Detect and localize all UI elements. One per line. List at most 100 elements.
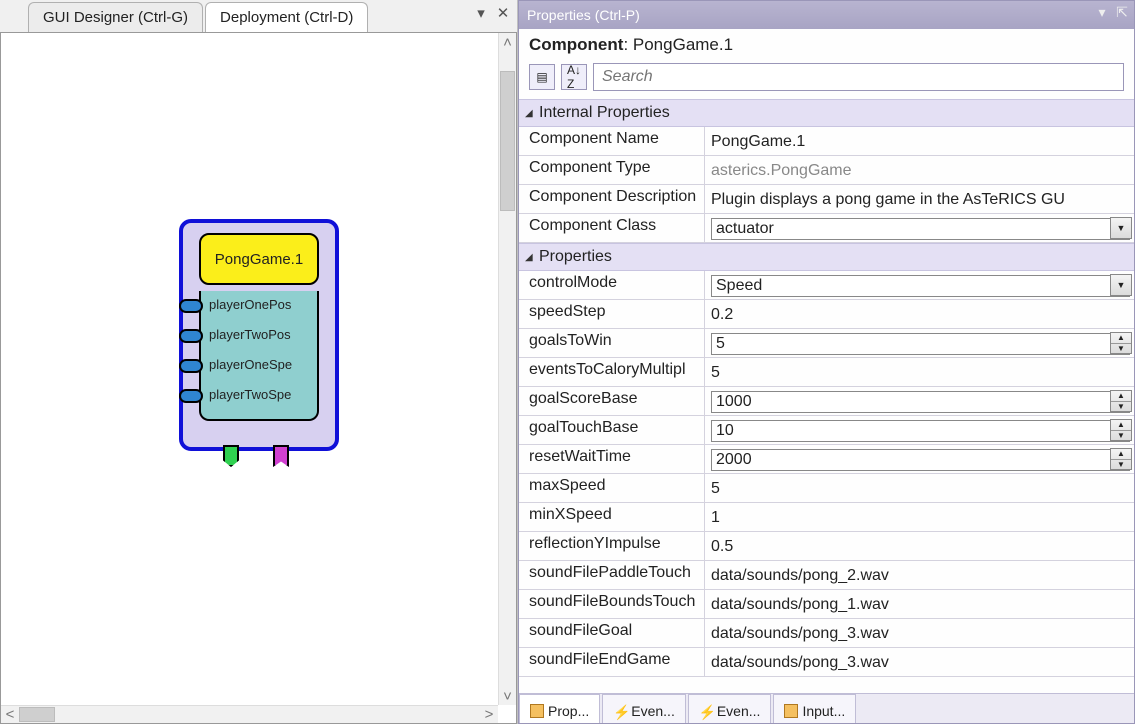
deployment-canvas[interactable]: PongGame.1 playerOnePos playerTwoPos pla… xyxy=(0,32,517,724)
property-row: reflectionYImpulse0.5 xyxy=(519,532,1134,561)
property-key: maxSpeed xyxy=(519,474,705,502)
scroll-left-icon[interactable]: ˂ xyxy=(1,706,19,723)
spinner-arrows-icon[interactable]: ▲▼ xyxy=(1110,390,1132,412)
property-key: soundFileGoal xyxy=(519,619,705,647)
port-label: playerTwoSpe xyxy=(209,387,291,402)
scroll-thumb[interactable] xyxy=(19,707,55,722)
bottom-tab[interactable]: Prop... xyxy=(519,694,600,723)
tab-gui-designer[interactable]: GUI Designer (Ctrl-G) xyxy=(28,2,203,32)
property-row: eventsToCaloryMultipl5 xyxy=(519,358,1134,387)
property-value[interactable]: PongGame.1 xyxy=(705,127,1134,155)
alphabetical-sort-button[interactable]: A↓Z xyxy=(561,64,587,90)
bottom-tab[interactable]: ⚡ Even... xyxy=(602,694,686,723)
property-value[interactable]: data/sounds/pong_3.wav xyxy=(705,619,1134,647)
property-value[interactable]: 5 xyxy=(705,474,1134,502)
property-value[interactable]: 0.5 xyxy=(705,532,1134,560)
property-key: speedStep xyxy=(519,300,705,328)
dropdown-arrow-icon[interactable]: ▼ xyxy=(1110,274,1132,296)
property-key: minXSpeed xyxy=(519,503,705,531)
property-row: soundFileBoundsTouchdata/sounds/pong_1.w… xyxy=(519,590,1134,619)
property-key: soundFilePaddleTouch xyxy=(519,561,705,589)
spinner-arrows-icon[interactable]: ▲▼ xyxy=(1110,448,1132,470)
property-value[interactable]: 10▲▼ xyxy=(705,416,1134,444)
categorized-view-button[interactable]: ▤ xyxy=(529,64,555,90)
property-key: Component Description xyxy=(519,185,705,213)
scroll-down-icon[interactable]: ˅ xyxy=(499,687,516,705)
component-node-ponggame[interactable]: PongGame.1 playerOnePos playerTwoPos pla… xyxy=(179,219,339,451)
property-key: soundFileBoundsTouch xyxy=(519,590,705,618)
pin-properties-icon[interactable]: ⇱ xyxy=(1114,4,1130,20)
dropdown-arrow-icon[interactable]: ▼ xyxy=(1110,217,1132,239)
input-port-playerOneSpe[interactable] xyxy=(179,359,203,373)
lightning-icon: ⚡ xyxy=(613,704,627,718)
property-key: goalsToWin xyxy=(519,329,705,357)
event-trigger-port-icon[interactable] xyxy=(273,445,289,467)
property-row: soundFilePaddleTouchdata/sounds/pong_2.w… xyxy=(519,561,1134,590)
scroll-right-icon[interactable]: ˃ xyxy=(480,706,498,723)
designer-pane: GUI Designer (Ctrl-G) Deployment (Ctrl-D… xyxy=(0,0,518,724)
lightning-icon: ⚡ xyxy=(699,704,713,718)
property-value[interactable]: 1 xyxy=(705,503,1134,531)
properties-panel-header[interactable]: Properties (Ctrl-P) ▾ ⇱ xyxy=(519,1,1134,29)
property-value[interactable]: 1000▲▼ xyxy=(705,387,1134,415)
property-row: speedStep0.2 xyxy=(519,300,1134,329)
section-properties[interactable]: Properties xyxy=(519,243,1134,271)
property-value[interactable]: 5 xyxy=(705,358,1134,386)
property-key: Component Class xyxy=(519,214,705,242)
canvas-horizontal-scrollbar[interactable]: ˂ ˃ xyxy=(1,705,498,723)
property-value[interactable]: Speed▼ xyxy=(705,271,1134,299)
properties-bottom-tabs: Prop...⚡Even...⚡Even...Input... xyxy=(519,693,1134,723)
spinner-arrows-icon[interactable]: ▲▼ xyxy=(1110,419,1132,441)
property-value[interactable]: Plugin displays a pong game in the AsTeR… xyxy=(705,185,1134,213)
property-value[interactable]: data/sounds/pong_3.wav xyxy=(705,648,1134,676)
properties-icon xyxy=(530,704,544,718)
properties-search-input[interactable] xyxy=(593,63,1124,91)
property-row: maxSpeed5 xyxy=(519,474,1134,503)
scroll-up-icon[interactable]: ˄ xyxy=(499,33,516,51)
properties-panel-title: Properties (Ctrl-P) xyxy=(527,7,640,23)
property-value[interactable]: 2000▲▼ xyxy=(705,445,1134,473)
property-key: Component Name xyxy=(519,127,705,155)
input-port-playerTwoSpe[interactable] xyxy=(179,389,203,403)
property-value[interactable]: data/sounds/pong_2.wav xyxy=(705,561,1134,589)
bottom-tab-label: Even... xyxy=(631,703,675,719)
tab-deployment[interactable]: Deployment (Ctrl-D) xyxy=(205,2,368,32)
property-key: eventsToCaloryMultipl xyxy=(519,358,705,386)
bottom-tab-label: Prop... xyxy=(548,703,589,719)
input-port-playerTwoPos[interactable] xyxy=(179,329,203,343)
event-listener-port-icon[interactable] xyxy=(223,445,239,467)
port-label: playerTwoPos xyxy=(209,327,291,342)
property-row: Component DescriptionPlugin displays a p… xyxy=(519,185,1134,214)
component-node-body: playerOnePos playerTwoPos playerOneSpe p… xyxy=(199,291,319,421)
property-row: minXSpeed1 xyxy=(519,503,1134,532)
property-key: controlMode xyxy=(519,271,705,299)
port-label: playerOneSpe xyxy=(209,357,292,372)
bottom-tab[interactable]: ⚡Even... xyxy=(688,694,772,723)
close-panel-icon[interactable]: ✕ xyxy=(495,5,511,21)
bottom-tab[interactable]: Input... xyxy=(773,694,856,723)
minimize-properties-icon[interactable]: ▾ xyxy=(1094,4,1110,20)
canvas-vertical-scrollbar[interactable]: ˄ ˅ xyxy=(498,33,516,705)
input-port-playerOnePos[interactable] xyxy=(179,299,203,313)
property-value[interactable]: actuator▼ xyxy=(705,214,1134,242)
section-internal-properties[interactable]: Internal Properties xyxy=(519,99,1134,127)
input-ports-icon xyxy=(784,704,798,718)
property-key: reflectionYImpulse xyxy=(519,532,705,560)
property-key: Component Type xyxy=(519,156,705,184)
property-value[interactable]: 0.2 xyxy=(705,300,1134,328)
property-row: goalsToWin5▲▼ xyxy=(519,329,1134,358)
component-node-title: PongGame.1 xyxy=(199,233,319,285)
minimize-panel-icon[interactable]: ▾ xyxy=(473,5,489,21)
property-key: resetWaitTime xyxy=(519,445,705,473)
property-value[interactable]: data/sounds/pong_1.wav xyxy=(705,590,1134,618)
property-key: goalTouchBase xyxy=(519,416,705,444)
scroll-thumb[interactable] xyxy=(500,71,515,211)
property-row: Component Typeasterics.PongGame xyxy=(519,156,1134,185)
properties-toolbar: ▤ A↓Z xyxy=(519,63,1134,99)
property-value: asterics.PongGame xyxy=(705,156,1134,184)
property-row: Component NamePongGame.1 xyxy=(519,127,1134,156)
component-heading: Component: PongGame.1 xyxy=(519,29,1134,63)
property-value[interactable]: 5▲▼ xyxy=(705,329,1134,357)
spinner-arrows-icon[interactable]: ▲▼ xyxy=(1110,332,1132,354)
properties-panel: Properties (Ctrl-P) ▾ ⇱ Component: PongG… xyxy=(518,0,1135,724)
